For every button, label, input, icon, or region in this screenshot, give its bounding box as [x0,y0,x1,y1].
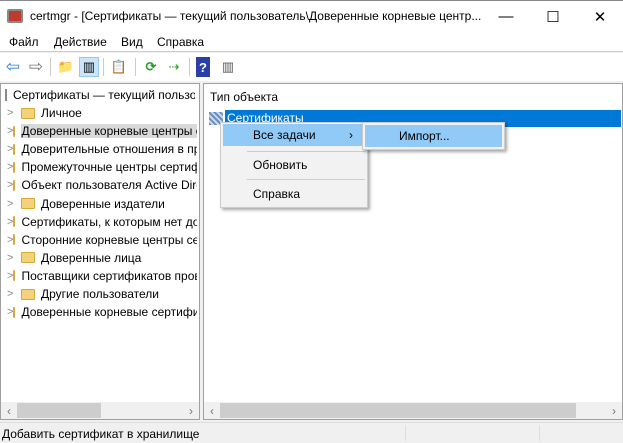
status-bar: Добавить сертификат в хранилище [0,422,623,443]
scroll-thumb[interactable] [17,403,101,418]
tree-item-label: Доверенные издатели [41,196,165,211]
status-divider [405,425,406,441]
scroll-left-icon[interactable]: ‹ [1,404,17,418]
tree-item-label: Сторонние корневые центры сертификации [21,232,197,247]
tree-item-label: Поставщики сертификатов проверки подлинн… [21,268,197,283]
close-button[interactable]: ✕ [577,1,623,32]
tree-item[interactable]: > Другие пользователи [7,285,197,303]
refresh-icon[interactable]: ⟳ [141,57,161,77]
folder-icon [21,288,35,300]
menu-separator [247,179,365,180]
tree-item-label: Доверительные отношения в предприятии [21,142,197,157]
export-list-icon[interactable]: ⇢ [164,57,184,77]
tree-item[interactable]: > Личное [7,104,197,122]
tree-horizontal-scrollbar[interactable]: ‹ › [1,402,199,419]
folder-icon [13,270,16,282]
certificate-store-icon [5,89,7,101]
tree-item[interactable]: >Промежуточные центры сертификации [7,158,197,176]
tree-item[interactable]: > Доверенные лица [7,249,197,267]
tree-item-label: Доверенные корневые центры сертификации [21,124,197,139]
scroll-right-icon[interactable]: › [606,404,622,418]
tree-item-label: Доверенные корневые сертификаты смарт-ка… [21,305,197,320]
maximize-button[interactable]: ☐ [530,1,576,32]
tree-root[interactable]: Сертификаты — текущий пользователь [5,86,195,104]
tree-item-label: Объект пользователя Active Directory [21,178,197,193]
toolbar-separator [50,58,51,76]
action-pane-icon[interactable]: ▥ [218,57,238,77]
scroll-right-icon[interactable]: › [183,404,199,418]
certmgr-app-icon [7,9,23,23]
folder-icon [13,306,16,318]
submenu-arrow-icon: › [349,128,353,142]
folder-icon [21,198,35,209]
tree-item-label: Другие пользователи [41,287,159,301]
submenu: Импорт... [362,122,505,150]
scroll-thumb[interactable] [220,403,576,418]
help-icon[interactable]: ? [196,57,210,77]
menu-action[interactable]: Действие [54,35,107,49]
tree-item-label: Сертификаты, к которым нет доверия [21,214,197,229]
clipboard-icon[interactable]: 📋 [109,57,129,77]
folder-icon [13,216,16,228]
menu-item-label: Все задачи [253,128,316,142]
folder-icon [13,161,16,173]
tree-item[interactable]: > Доверенные издатели [7,195,197,213]
menu-view[interactable]: Вид [121,35,143,49]
tree-item-label: Личное [41,106,82,120]
tree-item[interactable]: >Объект пользователя Active Directory [7,176,197,194]
tree-item[interactable]: >Сертификаты, к которым нет доверия [7,213,197,231]
folder-icon [13,125,16,137]
tree-item[interactable]: >Сторонние корневые центры сертификации [7,231,197,249]
tree-item[interactable]: >Доверительные отношения в предприятии [7,140,197,158]
expand-chevron-icon[interactable]: > [7,107,21,119]
column-header-object-type[interactable]: Тип объекта [210,90,278,104]
expand-chevron-icon[interactable]: > [7,252,21,264]
forward-arrow-icon[interactable]: ⇨ [26,57,46,77]
tree-item[interactable]: >Поставщики сертификатов проверки подлин… [7,267,197,285]
minimize-button[interactable]: — [483,1,529,32]
toolbar: ⇦ ⇨ 📁 ▥ 📋 ⟳ ⇢ ? ▥ [0,53,623,81]
menu-separator [247,151,365,152]
tree-root-label: Сертификаты — текущий пользователь [13,88,195,102]
folder-icon [21,252,35,264]
tree-pane: Сертификаты — текущий пользователь > Личн… [0,83,200,420]
toolbar-separator [135,58,136,76]
tree-item[interactable]: >Доверенные корневые центры сертификации [7,122,197,140]
toolbar-separator [189,58,190,76]
list-horizontal-scrollbar[interactable]: ‹ › [204,402,622,419]
show-hide-tree-icon[interactable]: ▥ [79,57,99,77]
menu-bar: Файл Действие Вид Справка [0,32,623,52]
up-folder-icon[interactable]: 📁 [56,57,76,77]
expand-chevron-icon[interactable]: > [7,288,21,300]
status-divider [539,425,540,441]
window-title: certmgr - [Сертификаты — текущий пользов… [30,9,482,23]
tree-item[interactable]: >Доверенные корневые сертификаты смарт-к… [7,303,197,321]
title-bar: certmgr - [Сертификаты — текущий пользов… [0,0,623,32]
menu-item-import[interactable]: Импорт... [365,125,502,147]
back-arrow-icon[interactable]: ⇦ [3,57,23,77]
menu-item-help[interactable]: Справка [223,183,365,205]
toolbar-separator [103,58,104,76]
menu-file[interactable]: Файл [9,35,39,49]
expand-chevron-icon[interactable]: > [7,198,21,210]
status-text: Добавить сертификат в хранилище [2,427,200,441]
menu-item-all-tasks[interactable]: Все задачи › [223,124,365,146]
folder-icon [13,179,16,191]
folder-icon [13,234,16,246]
tree-item-label: Доверенные лица [41,250,142,265]
context-menu: Все задачи › Обновить Справка [220,122,368,208]
folder-icon [21,107,35,119]
menu-item-refresh[interactable]: Обновить [223,154,365,176]
tree-item-label: Промежуточные центры сертификации [21,160,197,175]
menu-help[interactable]: Справка [157,35,204,49]
folder-icon [13,143,16,155]
scroll-left-icon[interactable]: ‹ [204,404,220,418]
